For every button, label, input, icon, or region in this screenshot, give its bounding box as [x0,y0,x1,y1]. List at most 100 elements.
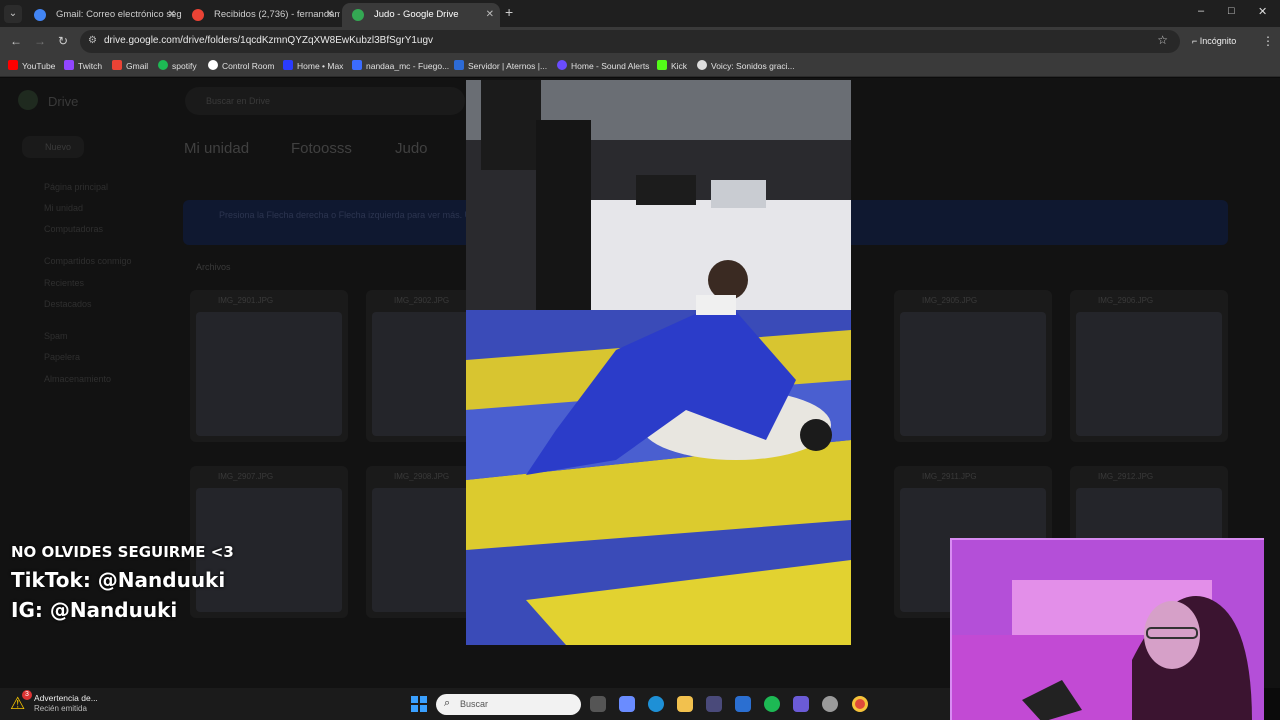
overlay-ig-text: IG: @Nanduuki [11,598,178,622]
overlay-tiktok-text: TikTok: @Nanduuki [11,568,226,592]
task-view-icon[interactable] [590,696,606,712]
fuego-icon [352,60,362,70]
mail-icon[interactable] [735,696,751,712]
file-name: IMG_2908.JPG [394,472,450,481]
notification-count: 3 [22,690,32,700]
sidebar-item-home[interactable]: Página principal [44,182,108,192]
sidebar-item-computers[interactable]: Computadoras [44,224,103,234]
incognito-indicator[interactable]: ⌐ Incógnito [1192,36,1236,46]
store-icon[interactable] [706,696,722,712]
edge-icon[interactable] [648,696,664,712]
bookmark-label: Kick [671,61,688,71]
maximize-button[interactable]: □ [1228,5,1235,17]
youtube-icon [8,60,18,70]
voicy-icon [697,60,707,70]
bookmark-label: nandaa_mc - Fuego... [366,61,450,71]
bookmark-max[interactable]: Home • Max [283,60,343,71]
overlay-follow-text: NO OLVIDES SEGUIRME <3 [11,543,234,561]
bookmark-youtube[interactable]: YouTube [8,60,55,71]
file-name: IMG_2901.JPG [218,296,274,305]
bookmark-label: Home - Sound Alerts [571,61,650,71]
close-window-button[interactable]: ✕ [1258,5,1267,18]
close-tab-icon[interactable]: ✕ [326,3,334,27]
bookmark-aternos[interactable]: Servidor | Aternos |... [454,60,547,71]
browser-toolbar: ← → ↻ ⚙ drive.google.com/drive/folders/1… [0,27,1280,56]
tab-inbox[interactable]: Recibidos (2,736) - fernandama ✕ [182,3,340,27]
minimize-button[interactable]: – [1198,5,1204,17]
tab-drive[interactable]: Judo - Google Drive ✕ [342,3,500,27]
google-icon [34,9,46,21]
taskbar-search[interactable]: ⌕ Buscar [436,694,581,715]
incognito-label: Incógnito [1199,36,1237,46]
close-tab-icon[interactable]: ✕ [486,3,494,27]
sidebar-item-recent[interactable]: Recientes [44,278,84,288]
bookmark-fuego[interactable]: nandaa_mc - Fuego... [352,60,449,71]
bookmark-label: Control Room [222,61,275,71]
sidebar-item-storage[interactable]: Almacenamiento [44,374,111,384]
bookmark-control-room[interactable]: Control Room [208,60,274,71]
bookmark-star-icon[interactable]: ☆ [1157,33,1168,47]
sidebar-item-trash[interactable]: Papelera [44,352,80,362]
close-tab-icon[interactable]: ✕ [168,3,176,27]
teams-icon[interactable] [793,696,809,712]
tab-search-button[interactable]: ⌄ [4,5,22,23]
drive-logo-text: Drive [48,94,79,109]
bookmark-voicy[interactable]: Voicy: Sonidos graci... [697,60,795,71]
tab-strip: ⌄ Gmail: Correo electrónico segu ✕ Recib… [0,0,1280,27]
bookmark-label: Voicy: Sonidos graci... [711,61,795,71]
aternos-icon [454,60,464,70]
reload-icon[interactable]: ↻ [58,34,68,48]
breadcrumb-fotos[interactable]: Fotoosss [291,140,352,157]
windows-start-icon[interactable] [411,696,427,712]
webcam-feed [950,538,1264,720]
file-name: IMG_2911.JPG [922,472,977,481]
breadcrumb-my-drive[interactable]: Mi unidad [184,140,249,157]
sidebar-item-my-drive[interactable]: Mi unidad [44,203,83,213]
spotify-icon[interactable] [764,696,780,712]
bookmark-sound-alerts[interactable]: Home - Sound Alerts [557,60,649,71]
address-bar[interactable]: ⚙ drive.google.com/drive/folders/1qcdKzm… [80,30,1180,53]
tab-gmail[interactable]: Gmail: Correo electrónico segu ✕ [24,3,182,27]
gmail-icon [192,9,204,21]
sidebar-item-spam[interactable]: Spam [44,331,68,341]
back-icon[interactable]: ← [10,34,22,48]
windows-taskbar: ⚠ 3 Advertencia de... Recién emitida ⌕ B… [0,688,950,720]
site-info-icon[interactable]: ⚙ [88,35,97,46]
file-card[interactable]: IMG_2906.JPG [1070,290,1228,442]
gmail-icon [112,60,122,70]
control-room-icon [208,60,218,70]
file-card[interactable]: IMG_2907.JPG [190,466,348,618]
photo-preview[interactable] [466,80,851,645]
bookmark-twitch[interactable]: Twitch [64,60,102,71]
bookmark-spotify[interactable]: spotify [158,60,197,71]
sidebar-item-shared[interactable]: Compartidos conmigo [44,256,132,266]
bookmark-label: spotify [172,61,197,71]
drive-search-placeholder: Buscar en Drive [206,96,271,106]
tab-title: Judo - Google Drive [374,9,459,20]
sidebar-item-starred[interactable]: Destacados [44,299,92,309]
file-explorer-icon[interactable] [677,696,693,712]
forward-icon[interactable]: → [34,34,46,48]
bookmark-gmail[interactable]: Gmail [112,60,148,71]
tab-title: Gmail: Correo electrónico segu [56,9,182,20]
menu-kebab-icon[interactable]: ⋮ [1262,34,1274,48]
bookmark-kick[interactable]: Kick [657,60,687,71]
bookmarks-bar: YouTube Twitch Gmail spotify Control Roo… [0,56,1280,77]
files-section-label: Archivos [196,262,231,272]
file-name: IMG_2902.JPG [394,296,450,305]
file-name: IMG_2907.JPG [218,472,274,481]
file-card[interactable]: IMG_2901.JPG [190,290,348,442]
chrome-icon[interactable] [852,696,868,712]
taskbar-search-placeholder: Buscar [460,699,489,709]
url-text: drive.google.com/drive/folders/1qcdKzmnQ… [104,35,434,46]
file-thumbnail [196,312,342,436]
breadcrumb-judo[interactable]: Judo [395,140,428,157]
steam-icon[interactable] [822,696,838,712]
copilot-icon[interactable] [619,696,635,712]
new-tab-button[interactable]: + [505,5,519,19]
file-thumbnail [900,312,1046,436]
bookmark-label: Gmail [126,61,149,71]
bookmark-label: Twitch [78,61,103,71]
search-icon: ⌕ [444,697,451,709]
file-card[interactable]: IMG_2905.JPG [894,290,1052,442]
